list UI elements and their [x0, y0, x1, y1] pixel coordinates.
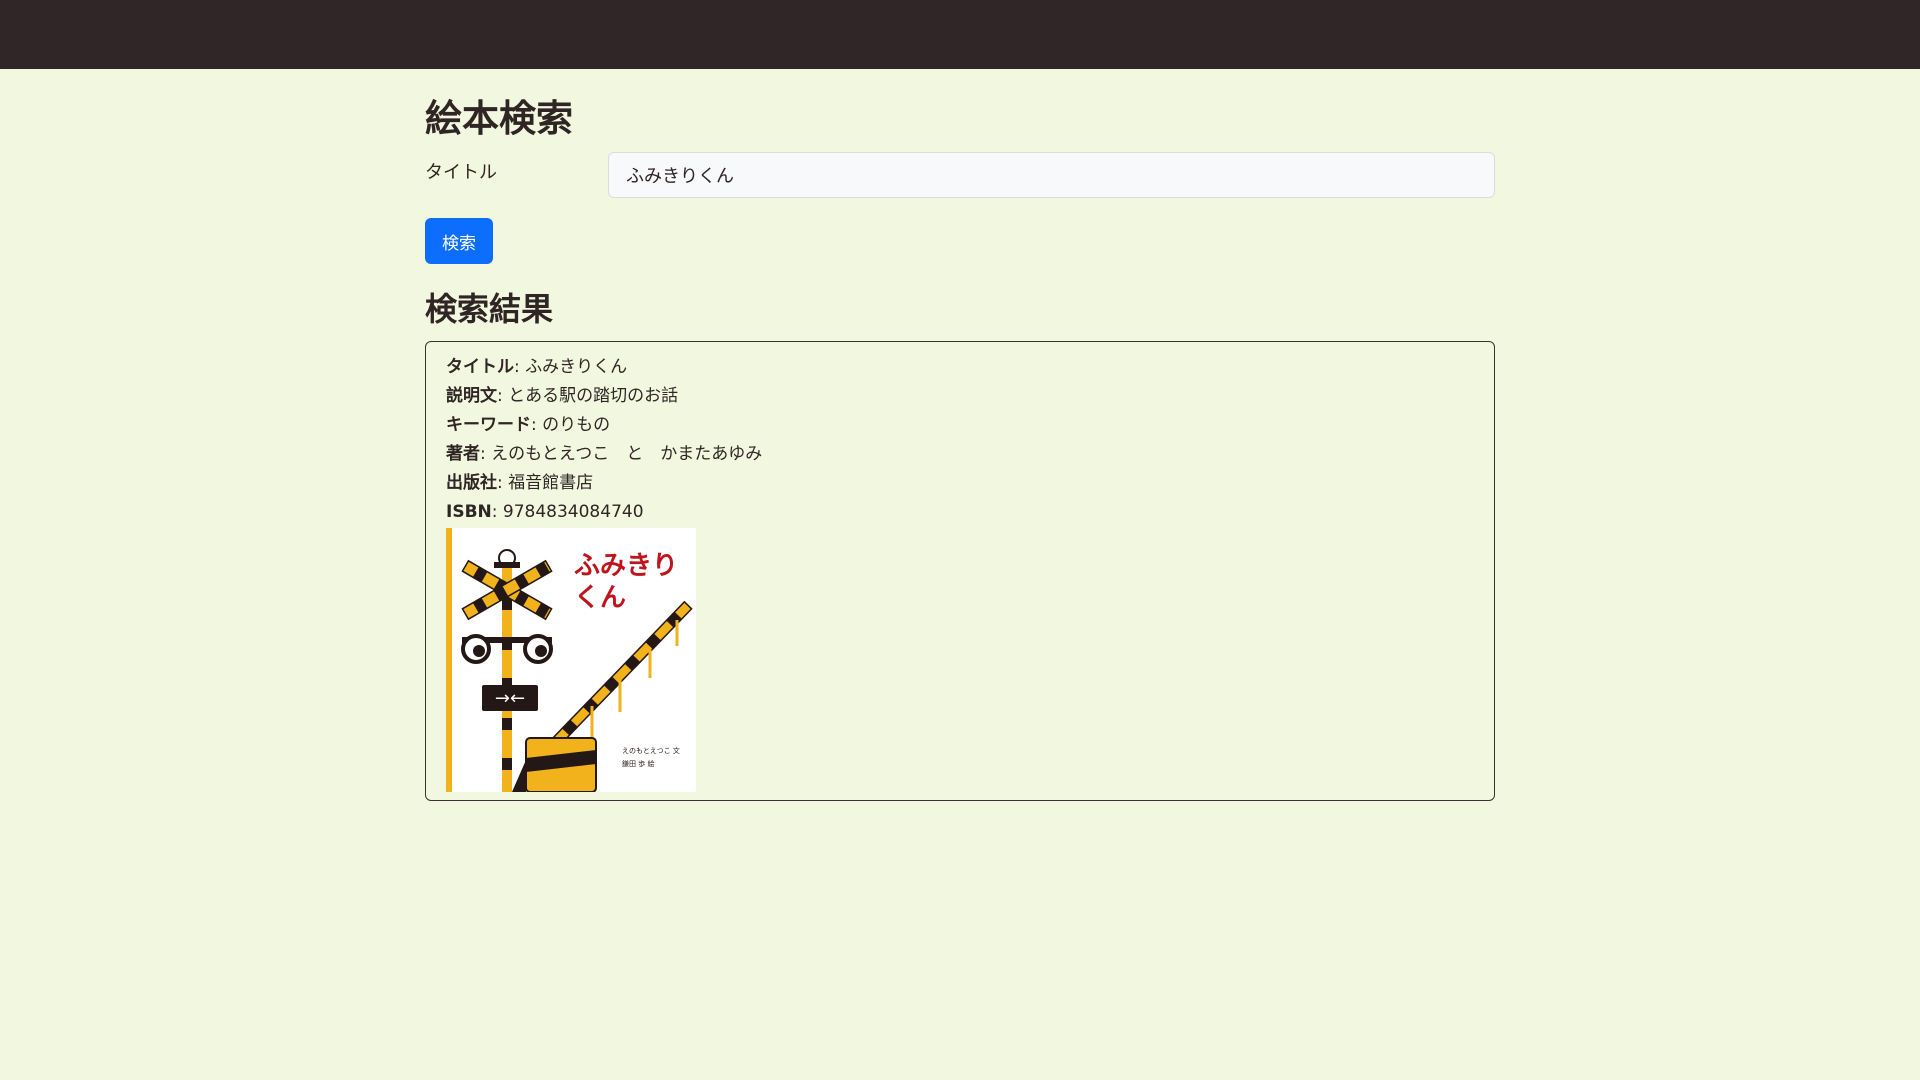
book-cover-image: →← ふみきり くん えのもとえつこ 文 鎌田 歩 絵 — [446, 528, 696, 792]
title-label: タイトル — [425, 162, 497, 183]
result-isbn-value: 9784834084740 — [502, 502, 644, 522]
result-keyword-value: のりもの — [542, 415, 611, 435]
title-search-input[interactable] — [608, 152, 1495, 198]
title-form-row: タイトル — [425, 152, 1495, 198]
result-publisher-field: 出版社: 福音館書店 — [446, 473, 594, 493]
result-keyword-key: キーワード — [446, 415, 531, 435]
result-card: タイトル: ふみきりくん 説明文: とある駅の踏切のお話 キーワード: のりもの… — [425, 341, 1495, 801]
cover-title-line2: くん — [574, 583, 626, 613]
result-author-field: 著者: えのもとえつこ と かまたあゆみ — [446, 444, 763, 464]
cover-credit-line1: えのもとえつこ 文 — [622, 746, 680, 755]
search-button[interactable]: 検索 — [425, 218, 493, 264]
cover-title-line1: ふみきり — [574, 551, 678, 581]
result-author-value: えのもとえつこ と かまたあゆみ — [491, 444, 763, 464]
result-description-key: 説明文 — [446, 386, 497, 406]
result-keyword-field: キーワード: のりもの — [446, 415, 611, 435]
results-heading: 検索結果 — [425, 290, 554, 328]
svg-text:→←: →← — [495, 688, 525, 709]
result-title-value: ふみきりくん — [525, 357, 628, 377]
result-isbn-key: ISBN — [446, 502, 492, 522]
result-isbn-field: ISBN: 9784834084740 — [446, 502, 644, 522]
top-navbar — [0, 0, 1920, 69]
page-title: 絵本検索 — [425, 97, 573, 140]
result-author-key: 著者 — [446, 444, 480, 464]
result-description-value: とある駅の踏切のお話 — [508, 386, 679, 406]
result-title-key: タイトル — [446, 357, 514, 377]
result-title-field: タイトル: ふみきりくん — [446, 357, 628, 377]
result-publisher-key: 出版社 — [446, 473, 497, 493]
result-description-field: 説明文: とある駅の踏切のお話 — [446, 386, 679, 406]
result-publisher-value: 福音館書店 — [508, 473, 594, 493]
cover-credit-line2: 鎌田 歩 絵 — [622, 759, 654, 768]
